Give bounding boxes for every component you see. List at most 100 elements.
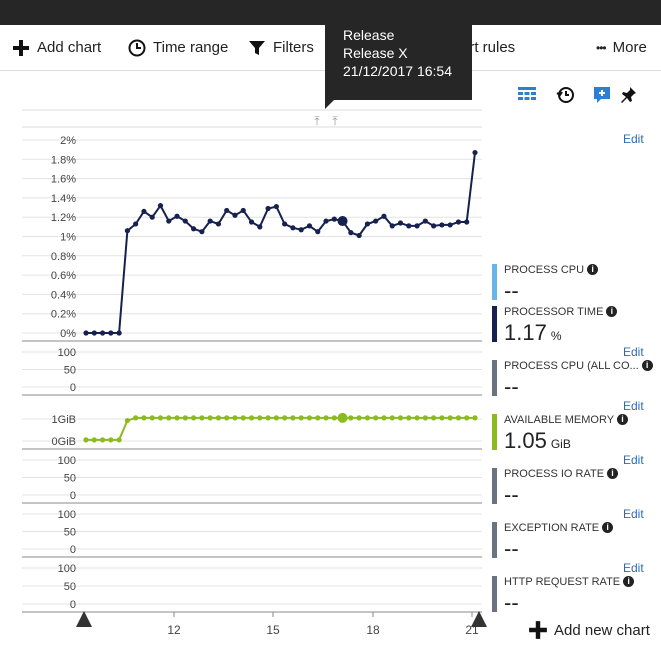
data-point-memory [108, 437, 114, 443]
metric-unit: GiB [550, 437, 571, 451]
data-point-memory [182, 415, 188, 421]
metric-value: -- [504, 590, 519, 615]
data-point-memory [306, 415, 313, 421]
data-point-cpu [373, 218, 379, 224]
data-point-memory [224, 415, 230, 421]
data-point-cpu [224, 207, 230, 214]
data-point-memory [124, 417, 130, 424]
data-point-cpu [455, 219, 462, 225]
y-tick-label-cpu: 1.6% [51, 174, 76, 186]
y-tick-label-cpu: 1% [60, 232, 76, 244]
y-tick-label-cpu: 0% [60, 328, 76, 340]
data-point-memory [431, 415, 437, 421]
x-tick-label: 15 [266, 623, 280, 637]
y-tick-label-exception: 100 [58, 509, 76, 521]
edit-link-3[interactable]: Edit [623, 399, 644, 413]
y-tick-label-cpu: 0.2% [51, 309, 76, 321]
y-tick-label-cpu: 1.2% [51, 212, 76, 224]
edit-link-6[interactable]: Edit [623, 561, 644, 575]
release-marker-icon: ⤒ [332, 114, 338, 128]
data-point-cpu [337, 216, 348, 227]
data-point-memory [116, 437, 122, 443]
y-tick-label-cpu-all: 0 [70, 382, 76, 394]
edit-link-5[interactable]: Edit [623, 507, 644, 521]
data-point-memory [166, 415, 172, 421]
data-point-memory [232, 415, 238, 421]
data-point-memory [439, 415, 445, 421]
info-icon[interactable]: i [617, 414, 629, 425]
data-point-memory [447, 415, 453, 421]
data-point-cpu [273, 203, 279, 210]
data-point-cpu [190, 226, 197, 232]
data-point-memory [199, 415, 205, 421]
data-point-memory [356, 415, 362, 421]
info-icon[interactable]: i [606, 306, 618, 317]
data-point-memory [397, 415, 404, 421]
data-point-memory [373, 415, 379, 421]
data-point-memory [141, 415, 147, 421]
data-point-memory [290, 415, 296, 421]
data-point-cpu [306, 223, 313, 229]
edit-link-2[interactable]: Edit [623, 345, 644, 359]
info-icon[interactable]: i [623, 576, 635, 587]
y-tick-label-cpu: 0.4% [51, 289, 76, 301]
data-point-cpu [389, 223, 395, 229]
data-point-memory [455, 415, 462, 421]
plus-icon [529, 621, 547, 639]
data-point-cpu [406, 223, 412, 229]
data-point-cpu [199, 229, 205, 235]
data-point-memory [282, 415, 288, 421]
metric-color-bar [492, 414, 497, 450]
info-icon[interactable]: i [602, 522, 614, 533]
y-tick-label-http: 50 [64, 581, 76, 593]
y-tick-label-http: 0 [70, 599, 76, 611]
data-point-memory [364, 415, 371, 421]
info-icon[interactable]: i [641, 360, 653, 371]
metric-color-bar [492, 264, 497, 300]
data-point-cpu [356, 232, 362, 239]
data-point-memory [337, 412, 348, 423]
edit-link-1[interactable]: Edit [623, 132, 644, 146]
data-point-cpu [315, 229, 321, 235]
info-icon[interactable]: i [607, 468, 619, 479]
metric-color-bar [492, 522, 497, 558]
series-line-cpu [86, 152, 476, 334]
data-point-cpu [331, 216, 337, 222]
data-point-memory [315, 415, 321, 421]
data-point-cpu [240, 207, 246, 214]
data-point-cpu [364, 221, 371, 227]
data-point-cpu [99, 330, 106, 336]
data-point-cpu [166, 218, 172, 224]
metric-value: 1.05 [504, 428, 547, 453]
data-point-memory [464, 415, 470, 421]
metric-color-bar [492, 360, 497, 396]
data-point-cpu [257, 224, 263, 230]
release-marker-icon: ⤒ [314, 114, 320, 128]
data-point-memory [331, 415, 337, 421]
metric-value: -- [504, 482, 519, 507]
edit-link-4[interactable]: Edit [623, 453, 644, 467]
data-point-cpu [215, 221, 222, 227]
data-point-memory [149, 415, 155, 421]
y-tick-label-cpu: 2% [60, 135, 76, 147]
y-tick-label-cpu: 0.8% [51, 251, 76, 263]
metric-color-bar [492, 468, 497, 504]
data-point-memory [133, 415, 139, 421]
y-tick-label-io: 50 [64, 473, 76, 485]
data-point-memory [348, 415, 354, 421]
data-point-memory [381, 415, 387, 421]
data-point-cpu [182, 218, 188, 224]
y-tick-label-memory: 0GiB [52, 436, 76, 448]
metric-color-bar [492, 576, 497, 612]
metric-value: -- [504, 536, 519, 561]
data-point-cpu [133, 221, 139, 227]
metric-name: PROCESSOR TIME [504, 306, 604, 318]
add-new-chart-button[interactable]: Add new chart [528, 620, 650, 640]
data-point-cpu [207, 218, 213, 224]
info-icon[interactable]: i [587, 264, 599, 275]
data-point-memory [389, 415, 395, 421]
data-point-cpu [431, 223, 437, 229]
data-point-cpu [157, 203, 164, 209]
y-tick-label-cpu: 1.8% [51, 154, 76, 166]
y-tick-label-memory: 1GiB [52, 414, 76, 426]
